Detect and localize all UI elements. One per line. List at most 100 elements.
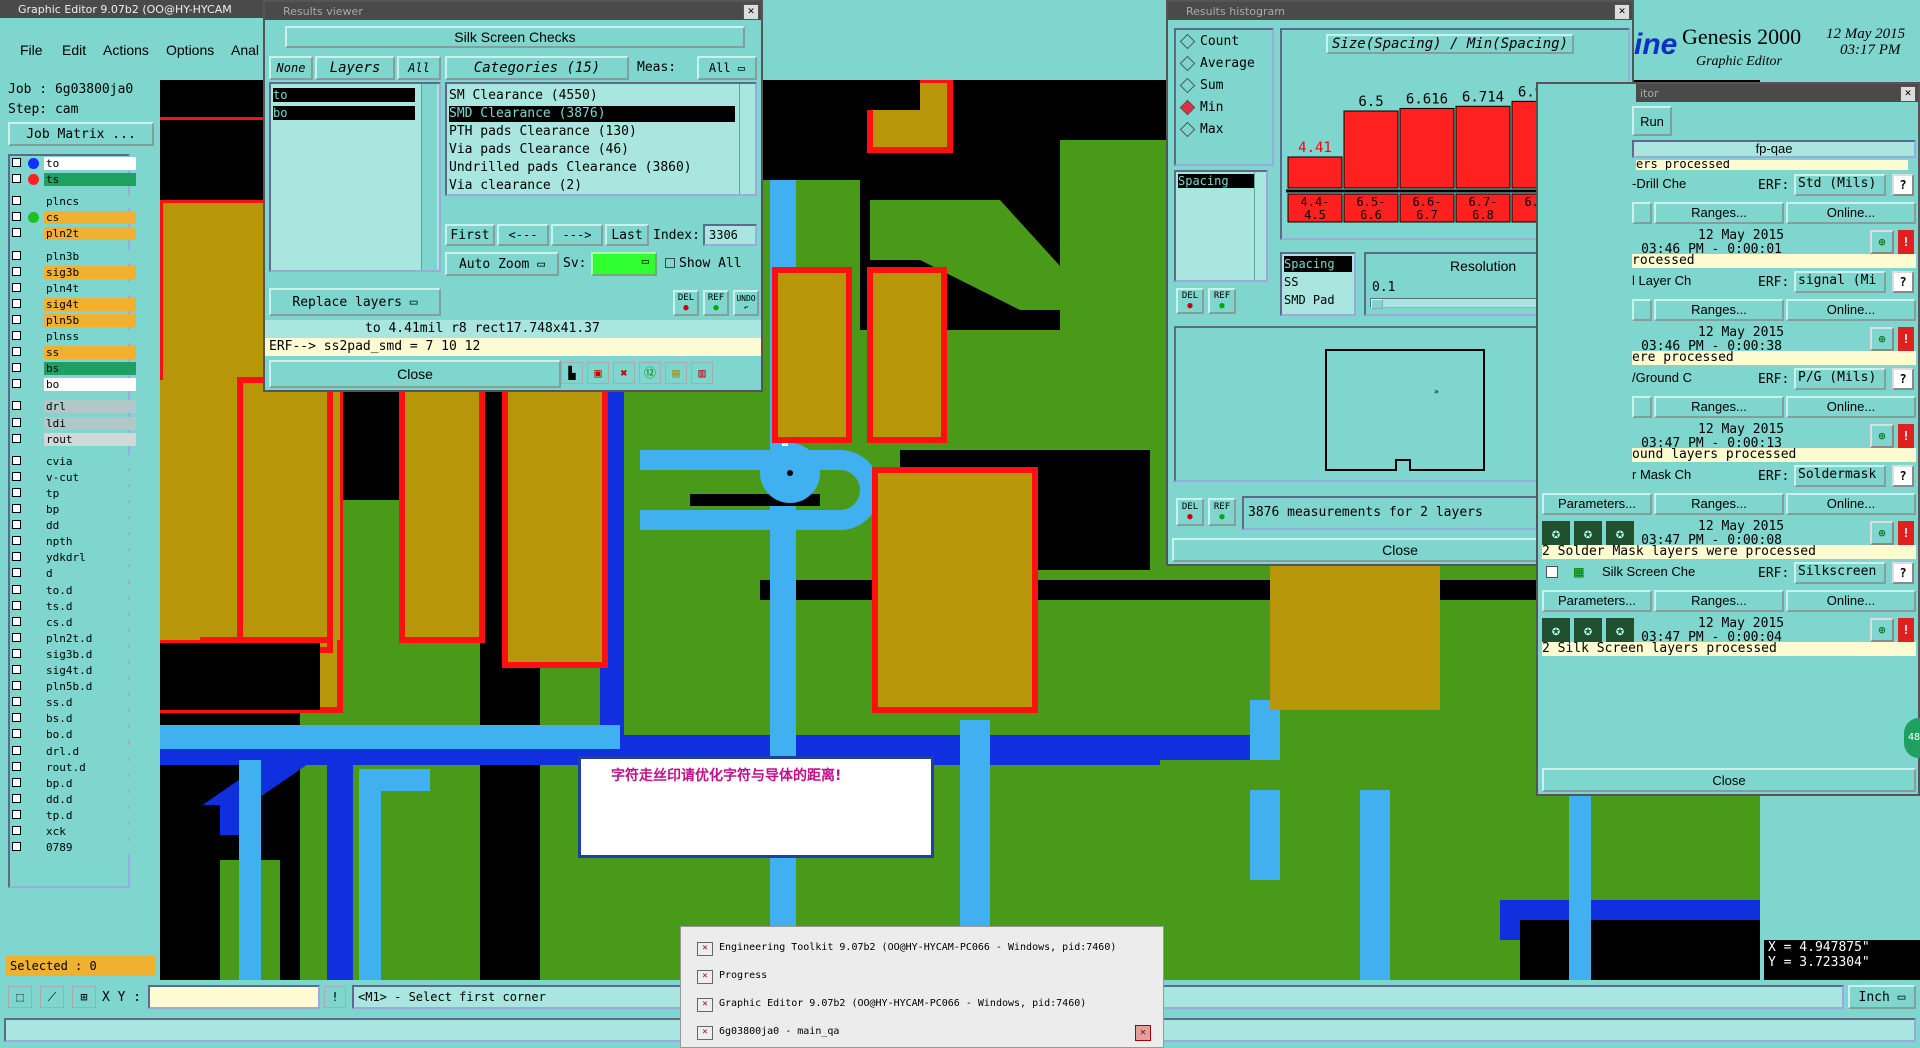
histogram-option-sum[interactable]: Sum	[1179, 76, 1270, 96]
ranges-button[interactable]: Ranges...	[1654, 396, 1784, 418]
preview-del-button[interactable]: DEL ●	[1176, 498, 1204, 526]
layer-row[interactable]: bp.d	[10, 776, 136, 790]
erf-dropdown[interactable]: P/G (Mils)	[1794, 368, 1886, 390]
erf-dropdown[interactable]: Std (Mils)	[1794, 174, 1886, 196]
ref-button[interactable]: REF ●	[703, 290, 729, 316]
histogram-icon[interactable]: ▥	[691, 362, 713, 384]
stop-icon[interactable]: ✪	[1606, 618, 1634, 644]
del-button[interactable]: DEL ●	[673, 290, 699, 316]
categories-scrollbar[interactable]	[739, 84, 755, 194]
layer-checkbox[interactable]	[12, 379, 21, 389]
taskbar-item[interactable]: ✕ Engineering Toolkit 9.07b2 (OO@HY-HYCAM…	[697, 939, 1157, 959]
menu-edit[interactable]: Edit	[62, 42, 86, 58]
checklist-close-button[interactable]: Close	[1542, 768, 1916, 792]
erf-dropdown[interactable]: Soldermask	[1794, 465, 1886, 487]
erf-dropdown[interactable]: signal (Mi	[1794, 271, 1886, 293]
grid-cross-icon[interactable]: ✖	[613, 362, 635, 384]
taskbar-item[interactable]: ✕ Progress	[697, 967, 1157, 987]
show-all-checkbox[interactable]	[665, 258, 675, 268]
layer-row[interactable]: ts	[10, 173, 136, 187]
layer-checkbox[interactable]	[12, 314, 21, 324]
help-icon[interactable]: ?	[1892, 368, 1914, 390]
layer-checkbox[interactable]	[12, 584, 21, 594]
layer-list-scrollbar[interactable]	[421, 84, 437, 270]
resolution-slider-handle[interactable]	[1371, 299, 1383, 309]
layer-checkbox[interactable]	[12, 196, 21, 206]
parameters-button-partial[interactable]	[1632, 202, 1652, 224]
layer-row[interactable]: ts.d	[10, 599, 136, 613]
histogram-list-scrollbar[interactable]	[1254, 172, 1266, 280]
layer-row[interactable]: d	[10, 567, 136, 581]
sv-color-dropdown[interactable]: ▭	[591, 252, 657, 276]
count-icon[interactable]: ⑫	[639, 362, 661, 384]
layer-checkbox[interactable]	[12, 697, 21, 707]
layer-checkbox[interactable]	[12, 536, 21, 546]
category-item[interactable]: Via clearance (2)	[449, 178, 735, 194]
categories-list[interactable]: SM Clearance (4550) SMD Clearance (3876) P…	[445, 82, 757, 196]
replace-layers-dropdown[interactable]: Replace layers ▭	[269, 288, 441, 316]
layer-checkbox[interactable]	[12, 632, 21, 642]
job-matrix-button[interactable]: Job Matrix ...	[8, 122, 154, 146]
histogram-layer-item[interactable]: Spacing	[1284, 256, 1352, 272]
layer-row[interactable]: to.d	[10, 583, 136, 597]
taskbar-item[interactable]: ✕ Graphic Editor 9.07b2 (OO@HY-HYCAM-PC06…	[697, 995, 1157, 1015]
run-all-icon[interactable]: ✪	[1574, 618, 1602, 644]
layer-checkbox[interactable]	[12, 331, 21, 340]
layer-checkbox[interactable]	[12, 487, 21, 497]
histogram-layer-item[interactable]: SMD Pad	[1284, 292, 1352, 308]
layer-checkbox[interactable]	[12, 842, 21, 852]
help-icon[interactable]: ?	[1892, 271, 1914, 293]
check-enabled-checkbox[interactable]	[1546, 566, 1558, 578]
ranges-button[interactable]: Ranges...	[1654, 590, 1784, 612]
layer-row[interactable]: bp	[10, 503, 136, 516]
menu-options[interactable]: Options	[166, 42, 214, 58]
layer-row[interactable]: bs	[10, 362, 136, 376]
layer-checkbox[interactable]	[12, 552, 21, 562]
layer-row[interactable]: dd	[10, 519, 136, 533]
layer-row[interactable]: cvia	[10, 454, 136, 468]
online-button[interactable]: Online...	[1786, 202, 1916, 224]
run-icon[interactable]: ✪	[1542, 618, 1570, 644]
layer-checkbox[interactable]	[12, 266, 21, 276]
run-icon[interactable]: ✪	[1542, 521, 1570, 547]
ranges-button[interactable]: Ranges...	[1654, 202, 1784, 224]
layer-checkbox[interactable]	[12, 363, 21, 373]
menu-actions[interactable]: Actions	[103, 42, 149, 58]
results-viewer-close-button[interactable]: Close	[269, 360, 561, 388]
layer-checkbox[interactable]	[12, 616, 21, 626]
next-button[interactable]: --->	[551, 224, 603, 246]
layer-checkbox[interactable]	[12, 793, 21, 803]
layer-checkbox[interactable]	[12, 212, 21, 222]
taskbar-close-icon[interactable]: ✕	[1135, 1025, 1151, 1041]
layer-checkbox[interactable]	[12, 729, 21, 739]
layer-checkbox[interactable]	[12, 809, 21, 819]
layer-row[interactable]: npth	[10, 535, 136, 549]
layer-checkbox[interactable]	[12, 648, 21, 658]
layer-row[interactable]: to	[10, 157, 136, 170]
layer-row[interactable]: pln5b	[10, 313, 136, 327]
layers-label-button[interactable]: Layers	[315, 56, 395, 80]
layer-row[interactable]: xck	[10, 825, 136, 838]
zoom-result-icon[interactable]: ⊕	[1870, 230, 1894, 254]
layers-all-button[interactable]: All	[397, 56, 441, 80]
layer-row[interactable]: plncs	[10, 195, 136, 209]
histogram-option-max[interactable]: Max	[1179, 120, 1270, 140]
auto-zoom-dropdown[interactable]: Auto Zoom ▭	[445, 252, 559, 276]
layer-checkbox[interactable]	[12, 282, 21, 292]
layer-checkbox[interactable]	[12, 520, 21, 530]
layer-checkbox[interactable]	[12, 401, 21, 411]
layer-row[interactable]: bo.d	[10, 728, 136, 742]
layer-checkbox[interactable]	[12, 681, 21, 691]
layer-checkbox[interactable]	[12, 250, 21, 260]
layer-checkbox[interactable]	[12, 665, 21, 674]
layer-row[interactable]: cs	[10, 211, 136, 225]
layer-result-to[interactable]: to	[273, 88, 415, 102]
undo-button[interactable]: UNDO ↶	[733, 290, 759, 316]
layer-row[interactable]: dd.d	[10, 792, 136, 806]
run-all-icon[interactable]: ✪	[1574, 521, 1602, 547]
results-viewer-close-icon[interactable]: ✕	[743, 4, 759, 20]
layer-checkbox[interactable]	[12, 761, 21, 771]
layer-row[interactable]: sig4t.d	[10, 664, 136, 677]
ranges-button[interactable]: Ranges...	[1654, 493, 1784, 515]
layer-checkbox[interactable]	[12, 713, 21, 723]
